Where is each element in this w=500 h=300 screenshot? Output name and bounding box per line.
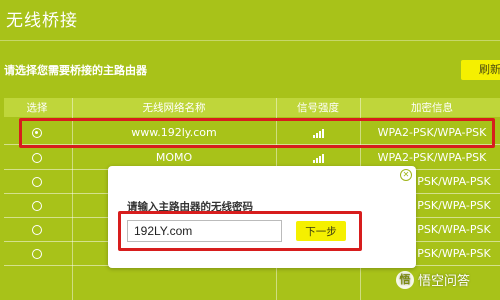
select-router-instruction: 请选择您需要桥接的主路由器 [4, 64, 147, 77]
header-select: 选择 [26, 102, 48, 114]
signal-bar [318, 155, 321, 163]
watermark-text: 悟空问答 [418, 274, 471, 289]
network-radio[interactable] [32, 152, 42, 163]
header-signal: 信号强度 [297, 102, 339, 114]
table-header: 选择 无线网络名称 信号强度 加密信息 [4, 98, 500, 117]
password-highlight [118, 211, 362, 251]
watermark: 悟 悟空问答 [396, 270, 470, 289]
network-radio[interactable] [32, 176, 42, 187]
network-radio[interactable] [32, 200, 42, 211]
page-title: 无线桥接 [6, 11, 78, 31]
signal-bar [312, 159, 315, 163]
signal-strength-icon [312, 153, 324, 163]
network-radio[interactable] [32, 248, 42, 259]
header-ssid: 无线网络名称 [142, 102, 206, 114]
title-divider [0, 40, 500, 41]
wukong-logo-icon: 悟 [396, 270, 414, 289]
close-icon[interactable]: ✕ [400, 169, 412, 181]
signal-bar [315, 157, 318, 163]
refresh-button[interactable]: 刷新 [461, 60, 500, 80]
signal-bar [321, 153, 324, 163]
network-radio[interactable] [32, 224, 42, 235]
selected-network-highlight [19, 118, 495, 148]
header-encryption: 加密信息 [411, 102, 453, 114]
